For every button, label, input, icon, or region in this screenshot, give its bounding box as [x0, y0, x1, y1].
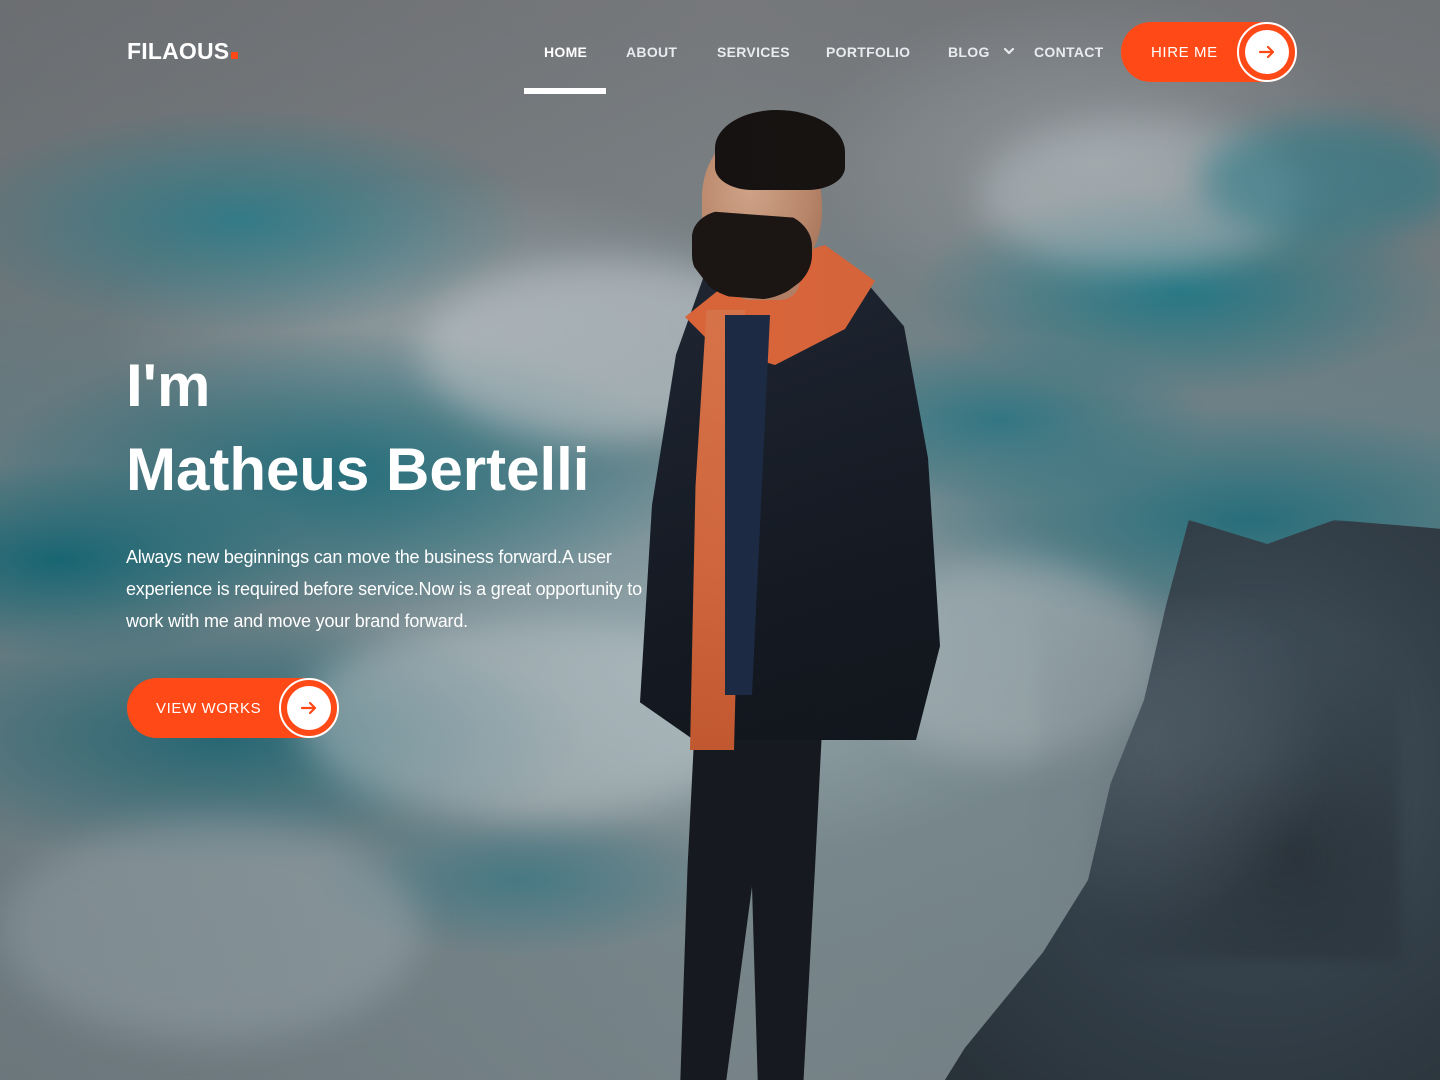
hire-me-label: HIRE ME — [1151, 43, 1218, 61]
arrow-right-icon — [300, 701, 317, 715]
nav-active-indicator — [524, 88, 606, 94]
nav-item-services[interactable]: SERVICES — [717, 44, 790, 60]
nav-item-portfolio[interactable]: PORTFOLIO — [826, 44, 910, 60]
view-works-arrow — [279, 678, 339, 738]
nav-item-blog[interactable]: BLOG — [948, 44, 990, 60]
site-header: FILAOUS HOME ABOUT SERVICES PORTFOLIO BL… — [0, 0, 1440, 104]
nav-item-contact[interactable]: CONTACT — [1034, 44, 1104, 60]
chevron-down-icon[interactable] — [1002, 44, 1016, 58]
hire-me-arrow — [1237, 22, 1297, 82]
arrow-right-icon — [1258, 45, 1275, 59]
hero-description: Always new beginnings can move the busin… — [126, 547, 642, 631]
nav-item-about[interactable]: ABOUT — [626, 44, 677, 60]
view-works-button[interactable]: VIEW WORKS — [127, 678, 339, 738]
view-works-label: VIEW WORKS — [156, 699, 262, 717]
hero-name: Matheus Bertelli — [126, 436, 590, 503]
hero-greeting: I'm — [126, 352, 211, 419]
hero-background-photo — [0, 0, 1440, 1080]
nav-item-home[interactable]: HOME — [544, 44, 587, 60]
hire-me-button[interactable]: HIRE ME — [1121, 22, 1297, 82]
